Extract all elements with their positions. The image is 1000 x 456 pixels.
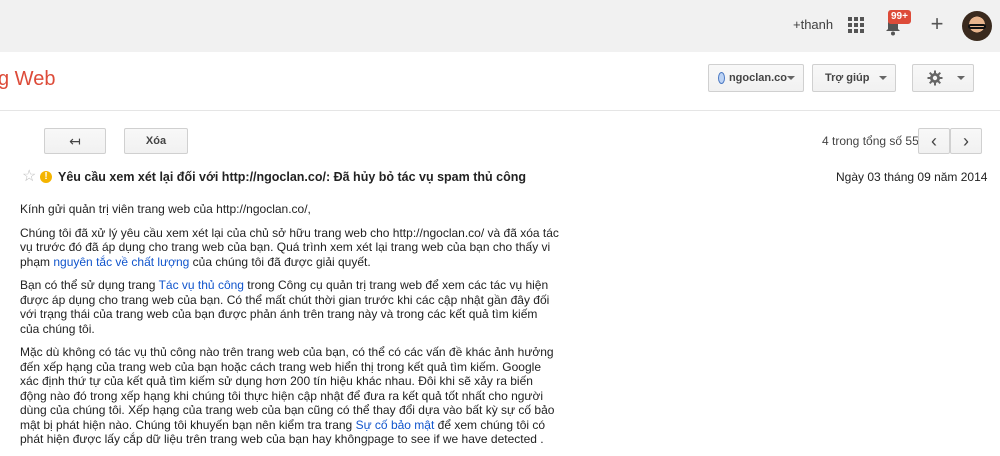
- globe-icon: [718, 72, 725, 84]
- prev-button[interactable]: ‹: [918, 128, 950, 154]
- delete-button[interactable]: Xóa: [124, 128, 188, 154]
- next-button[interactable]: ›: [950, 128, 982, 154]
- site-selector-label: ngoclan.co: [728, 72, 787, 84]
- paragraph-1: Chúng tôi đã xử lý yêu cầu xem xét lại c…: [20, 225, 559, 269]
- manual-actions-link[interactable]: Tác vụ thủ công: [159, 278, 244, 292]
- chevron-down-icon: [957, 76, 965, 80]
- message-subject: Yêu cầu xem xét lại đối với http://ngocl…: [58, 170, 526, 184]
- paragraph-2: Bạn có thể sử dụng trang Tác vụ thủ công…: [20, 278, 550, 336]
- message-date: Ngày 03 tháng 09 năm 2014: [836, 170, 988, 184]
- chevron-right-icon: ›: [963, 130, 969, 151]
- app-title: g Web: [0, 68, 56, 90]
- avatar[interactable]: [962, 11, 992, 41]
- chevron-down-icon: [879, 76, 887, 80]
- share-plus-icon[interactable]: +: [926, 13, 948, 35]
- back-button[interactable]: ↤: [44, 128, 106, 154]
- help-button[interactable]: Trợ giúp: [812, 64, 896, 92]
- star-icon[interactable]: ☆: [22, 166, 36, 186]
- apps-grid-icon[interactable]: [848, 17, 864, 33]
- google-plus-user-link[interactable]: +thanh: [793, 17, 833, 32]
- help-label: Trợ giúp: [825, 72, 870, 84]
- notification-count-badge: 99+: [888, 10, 911, 24]
- chevron-down-icon: [787, 76, 795, 80]
- site-selector-button[interactable]: ngoclan.co: [708, 64, 804, 92]
- back-arrow-icon: ↤: [69, 132, 81, 149]
- paragraph-3: Mặc dù không có tác vụ thủ công nào trên…: [20, 345, 555, 446]
- header-divider: [0, 110, 1000, 111]
- gear-icon: [927, 70, 943, 86]
- message-body: Kính gửi quản trị viên trang web của htt…: [20, 202, 560, 456]
- greeting: Kính gửi quản trị viên trang web của htt…: [20, 202, 311, 216]
- chevron-left-icon: ‹: [931, 130, 937, 151]
- warning-icon: !: [40, 171, 52, 183]
- google-bar: +thanh 99+ +: [0, 0, 1000, 52]
- settings-button[interactable]: [912, 64, 974, 92]
- delete-label: Xóa: [145, 135, 167, 147]
- message-count: 4 trong tổng số 55: [822, 134, 919, 148]
- quality-guidelines-link[interactable]: nguyên tắc về chất lượng: [53, 255, 189, 269]
